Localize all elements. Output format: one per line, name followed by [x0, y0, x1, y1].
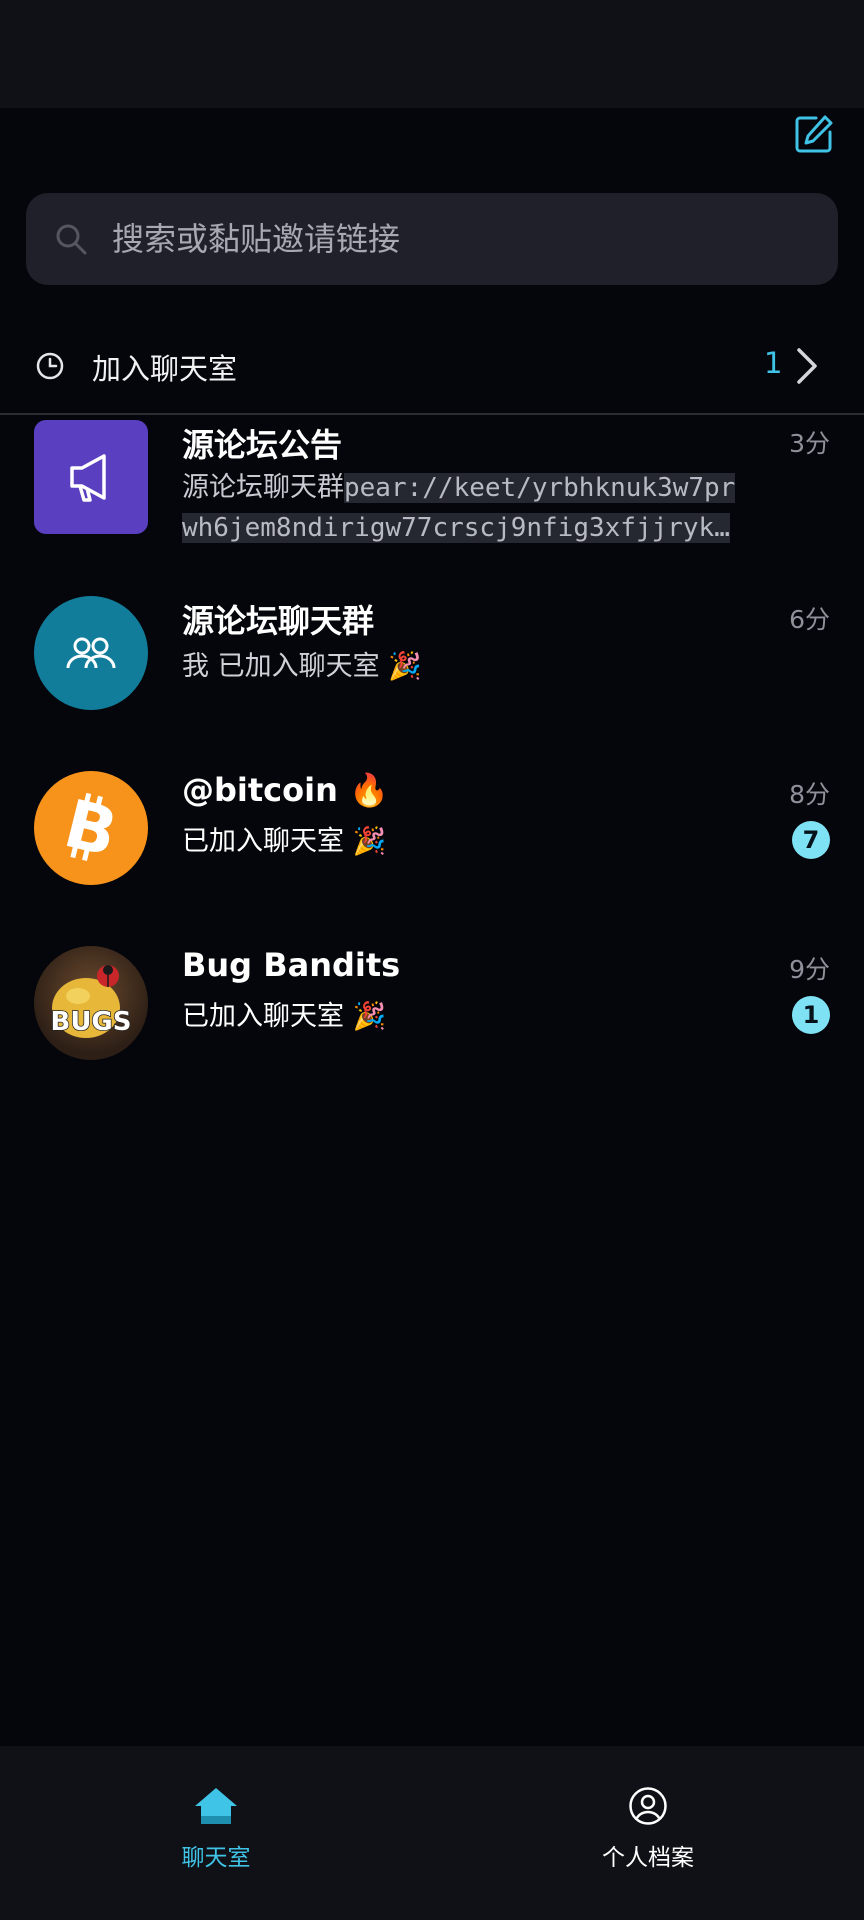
chat-preview: 源论坛聊天群pear://keet/yrbhknuk3w7pr wh6jem8n…: [182, 468, 770, 548]
chat-name: @bitcoin 🔥: [182, 771, 389, 809]
join-count: 1: [764, 346, 783, 380]
chat-item-forum-group[interactable]: 源论坛聊天群 6分 我 已加入聊天室 🎉: [0, 596, 864, 756]
chat-time: 8分: [789, 780, 830, 809]
svg-text:B: B: [57, 785, 124, 872]
invite-link-continued[interactable]: wh6jem8ndirigw77crscj9nfig3xfjjryk…: [182, 513, 730, 543]
bottom-nav: 聊天室 个人档案: [0, 1746, 864, 1920]
svg-text:BUGS: BUGS: [51, 1007, 132, 1037]
unread-badge: 1: [792, 996, 830, 1034]
tab-profile-label: 个人档案: [602, 1845, 694, 1871]
chat-time: 9分: [789, 955, 830, 984]
clock-icon: [36, 352, 64, 380]
chat-item-announcement[interactable]: 源论坛公告 3分 源论坛聊天群pear://keet/yrbhknuk3w7pr…: [0, 420, 864, 580]
search-input[interactable]: [112, 209, 838, 269]
avatar: B: [34, 771, 148, 885]
chat-preview: 已加入聊天室 🎉: [182, 1001, 387, 1032]
avatar: [34, 420, 148, 534]
chat-preview: 我 已加入聊天室 🎉: [182, 651, 422, 682]
search-icon: [56, 224, 87, 255]
join-chatroom-label: 加入聊天室: [92, 352, 238, 386]
unread-badge: 7: [792, 821, 830, 859]
chat-time: 3分: [789, 429, 830, 458]
chat-item-bug-bandits[interactable]: BUGS Bug Bandits 9分 已加入聊天室 🎉 1: [0, 946, 864, 1106]
divider: [0, 413, 864, 415]
chevron-right-icon: [797, 348, 817, 384]
group-icon: [66, 637, 116, 669]
chat-name: 源论坛公告: [182, 426, 343, 464]
tab-profile[interactable]: 个人档案: [548, 1786, 748, 1872]
tab-chats[interactable]: 聊天室: [116, 1786, 316, 1872]
search-box[interactable]: [26, 193, 838, 285]
avatar: BUGS: [34, 946, 148, 1060]
megaphone-icon: [70, 454, 106, 502]
edit-icon: [795, 115, 833, 153]
bitcoin-icon: B: [57, 785, 124, 872]
chat-preview: 已加入聊天室 🎉: [182, 826, 387, 857]
home-icon: [195, 1788, 237, 1824]
avatar: [34, 596, 148, 710]
bugs-logo-icon: BUGS: [50, 965, 132, 1038]
chat-name: Bug Bandits: [182, 946, 401, 984]
tab-chats-label: 聊天室: [181, 1845, 251, 1871]
chat-item-bitcoin[interactable]: B @bitcoin 🔥 8分 已加入聊天室 🎉 7: [0, 771, 864, 931]
status-bar: [0, 0, 864, 108]
profile-icon: [629, 1787, 667, 1825]
compose-button[interactable]: [792, 112, 836, 156]
invite-link[interactable]: pear://keet/yrbhknuk3w7pr: [344, 473, 736, 503]
preview-prefix: 源论坛聊天群: [182, 472, 344, 503]
join-chatroom-row[interactable]: 加入聊天室 1: [0, 330, 864, 402]
chat-name: 源论坛聊天群: [182, 602, 375, 640]
chat-time: 6分: [789, 605, 830, 634]
